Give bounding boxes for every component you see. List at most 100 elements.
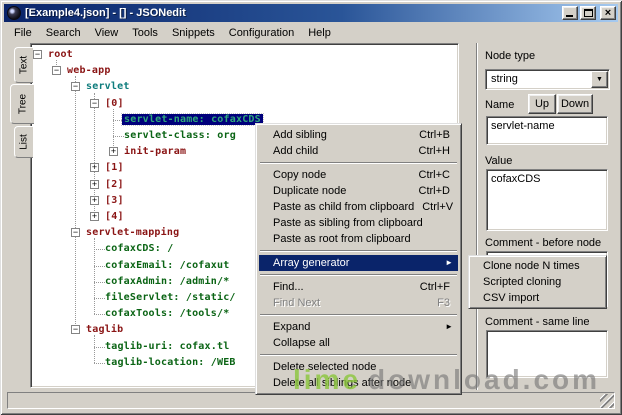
menu-item-shortcut: Ctrl+F bbox=[420, 279, 450, 295]
menu-item-label: Delete selected node bbox=[273, 359, 450, 375]
comment-same-line-field[interactable] bbox=[486, 330, 608, 378]
menubar-item-search[interactable]: Search bbox=[39, 25, 88, 41]
tree-node-label: taglib-uri: cofax.tl bbox=[105, 341, 229, 352]
expand-icon[interactable]: + bbox=[90, 180, 99, 189]
submenu-arrow-icon: ► bbox=[445, 255, 453, 271]
menubar-item-tools[interactable]: Tools bbox=[125, 25, 165, 41]
menubar-item-snippets[interactable]: Snippets bbox=[165, 25, 222, 41]
tree-node-label: [3] bbox=[105, 195, 124, 206]
expand-icon[interactable]: + bbox=[109, 147, 118, 156]
context-menu-item-paste-as-root-from-clipboard[interactable]: Paste as root from clipboard bbox=[259, 231, 458, 247]
menu-item-label: Expand bbox=[273, 319, 450, 335]
collapse-icon[interactable]: − bbox=[33, 50, 42, 59]
expand-icon[interactable]: + bbox=[90, 212, 99, 221]
collapse-icon[interactable]: − bbox=[90, 99, 99, 108]
collapse-icon[interactable]: − bbox=[71, 82, 80, 91]
menu-item-shortcut: F3 bbox=[437, 295, 450, 311]
context-menu-item-expand[interactable]: Expand► bbox=[259, 319, 458, 335]
title-bar: [Example4.json] - [] - JSONedit × bbox=[4, 4, 618, 22]
context-menu-item-find[interactable]: Find... Ctrl+F bbox=[259, 279, 458, 295]
submenu-item-csv-import[interactable]: CSV import bbox=[471, 290, 604, 306]
app-window: [Example4.json] - [] - JSONedit × FileSe… bbox=[0, 0, 622, 415]
tree-connector bbox=[94, 249, 105, 250]
collapse-icon[interactable]: − bbox=[71, 228, 80, 237]
comment-before-label: Comment - before node bbox=[485, 237, 601, 249]
menu-item-shortcut: Ctrl+H bbox=[419, 143, 450, 159]
node-type-select[interactable]: string ▼ bbox=[485, 69, 610, 90]
side-tab-tree[interactable]: Tree bbox=[10, 84, 34, 124]
menu-item-label: Find... bbox=[273, 279, 412, 295]
menu-item-label: Collapse all bbox=[273, 335, 450, 351]
collapse-icon[interactable]: − bbox=[71, 325, 80, 334]
down-button[interactable]: Down bbox=[557, 94, 593, 114]
side-tab-text[interactable]: Text bbox=[14, 47, 33, 83]
value-label: Value bbox=[485, 155, 512, 167]
context-menu-item-collapse-all[interactable]: Collapse all bbox=[259, 335, 458, 351]
tree-node-label: servlet-name: cofaxCDS bbox=[122, 114, 263, 125]
window-title: [Example4.json] - [] - JSONedit bbox=[25, 7, 560, 19]
comment-same-line-label: Comment - same line bbox=[485, 316, 590, 328]
context-menu-item-duplicate-node[interactable]: Duplicate nodeCtrl+D bbox=[259, 183, 458, 199]
tree-node-web-app[interactable]: −web-app bbox=[33, 63, 456, 79]
menubar-item-help[interactable]: Help bbox=[301, 25, 338, 41]
menu-separator bbox=[260, 354, 457, 356]
tree-node-label: root bbox=[48, 49, 73, 60]
tree-connector bbox=[94, 314, 105, 315]
app-logo-icon bbox=[7, 6, 21, 20]
menu-separator bbox=[260, 314, 457, 316]
node-type-label: Node type bbox=[485, 50, 535, 62]
tree-node-label: cofaxEmail: /cofaxut bbox=[105, 260, 229, 271]
collapse-icon[interactable]: − bbox=[52, 66, 61, 75]
menu-item-label: Add child bbox=[273, 143, 411, 159]
context-menu-item-array-generator[interactable]: Array generator► bbox=[259, 255, 458, 271]
context-menu-item-paste-as-sibling-from-clipboard[interactable]: Paste as sibling from clipboard bbox=[259, 215, 458, 231]
minimize-button[interactable] bbox=[562, 6, 578, 20]
dropdown-arrow-icon[interactable]: ▼ bbox=[591, 71, 608, 88]
context-menu-item-add-child[interactable]: Add child Ctrl+H bbox=[259, 143, 458, 159]
side-tab-list[interactable]: List bbox=[14, 126, 33, 158]
minimize-icon bbox=[566, 15, 573, 17]
side-tab-label: Tree bbox=[17, 94, 28, 114]
menu-item-label: Duplicate node bbox=[273, 183, 411, 199]
context-menu-item-delete-selected-node[interactable]: Delete selected node bbox=[259, 359, 458, 375]
context-menu-item-paste-as-child-from-clipboard[interactable]: Paste as child from clipboardCtrl+V bbox=[259, 199, 458, 215]
tree-node-label: fileServlet: /static/ bbox=[105, 292, 236, 303]
context-menu-item-copy-node[interactable]: Copy nodeCtrl+C bbox=[259, 167, 458, 183]
tree-node-label: taglib bbox=[86, 324, 123, 335]
submenu-item-clone-node-n-times[interactable]: Clone node N times bbox=[471, 258, 604, 274]
tree-node-label: [4] bbox=[105, 211, 124, 222]
tree-node-servlet[interactable]: −servlet bbox=[33, 79, 456, 95]
context-menu-item-add-sibling[interactable]: Add siblingCtrl+B bbox=[259, 127, 458, 143]
tree-node-label: web-app bbox=[67, 65, 111, 76]
context-menu-item-find-next[interactable]: Find NextF3 bbox=[259, 295, 458, 311]
menubar-item-file[interactable]: File bbox=[7, 25, 39, 41]
menubar-item-view[interactable]: View bbox=[88, 25, 126, 41]
expand-icon[interactable]: + bbox=[90, 163, 99, 172]
tree-node-0[interactable]: −[0] bbox=[33, 96, 456, 112]
tree-node-label: servlet bbox=[86, 81, 130, 92]
tree-node-root[interactable]: −root bbox=[33, 47, 456, 63]
tree-connector bbox=[94, 266, 105, 267]
tree-node-label: [0] bbox=[105, 98, 124, 109]
menu-item-shortcut: Ctrl+B bbox=[419, 127, 450, 143]
resize-grip[interactable] bbox=[600, 394, 614, 408]
up-button[interactable]: Up bbox=[528, 94, 556, 114]
close-icon: × bbox=[601, 7, 615, 19]
name-field[interactable]: servlet-name bbox=[486, 116, 608, 145]
menu-item-label: Array generator bbox=[273, 255, 450, 271]
expand-icon[interactable]: + bbox=[90, 196, 99, 205]
tree-connector bbox=[94, 363, 105, 364]
value-field[interactable]: cofaxCDS bbox=[486, 169, 608, 231]
context-menu-item-delete-all-siblings-after-node[interactable]: Delete all siblings after node bbox=[259, 375, 458, 391]
side-tab-label: List bbox=[19, 134, 30, 150]
tree-connector bbox=[94, 282, 105, 283]
menubar-item-configuration[interactable]: Configuration bbox=[222, 25, 301, 41]
array-generator-submenu: Clone node N timesScripted cloningCSV im… bbox=[468, 255, 607, 309]
menu-item-shortcut: Ctrl+V bbox=[422, 199, 453, 215]
menu-item-label: Paste as root from clipboard bbox=[273, 231, 450, 247]
menu-item-label: Delete all siblings after node bbox=[273, 375, 450, 391]
submenu-item-scripted-cloning[interactable]: Scripted cloning bbox=[471, 274, 604, 290]
maximize-button[interactable] bbox=[580, 6, 596, 20]
close-button[interactable]: × bbox=[600, 6, 616, 20]
tree-node-label: servlet-mapping bbox=[86, 227, 179, 238]
